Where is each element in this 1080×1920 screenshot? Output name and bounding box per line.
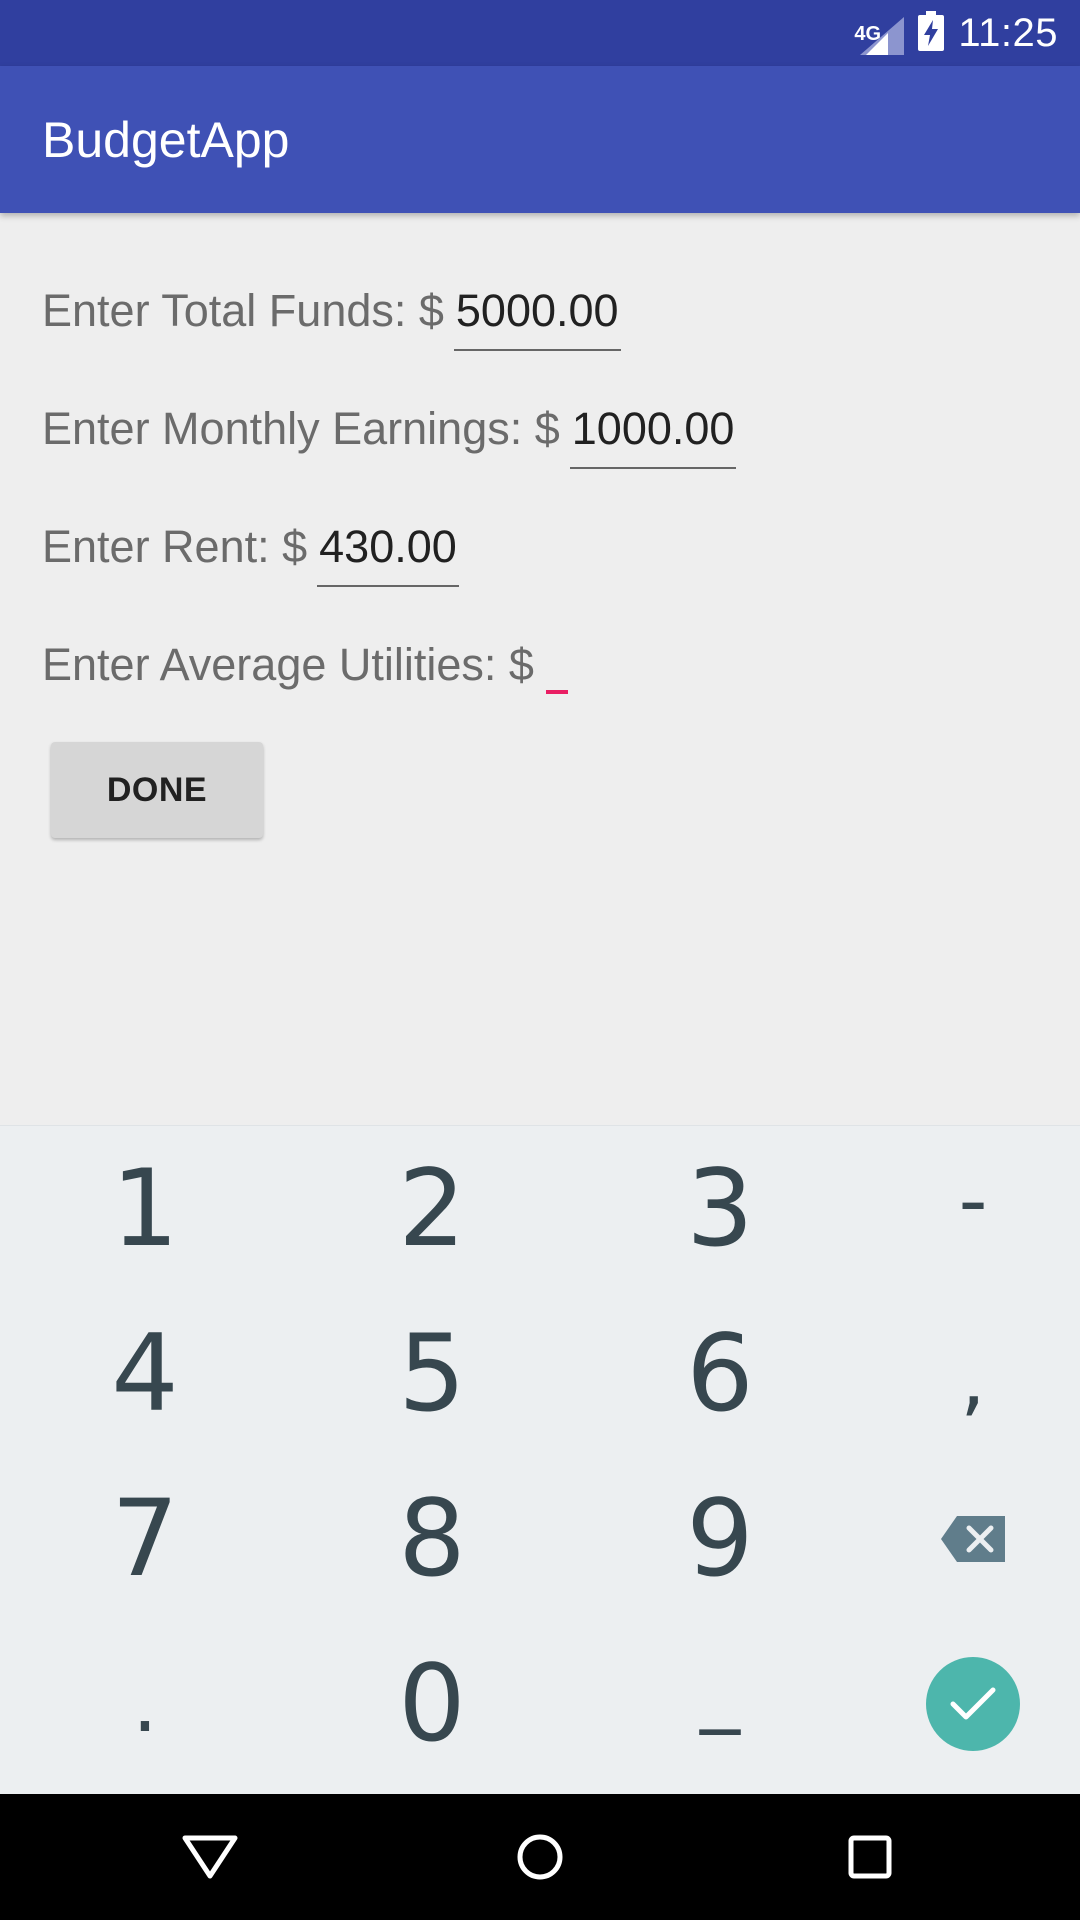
battery-charging-icon [918,10,945,56]
done-button[interactable]: DONE [51,742,263,838]
app-title: BudgetApp [42,112,290,168]
backspace-icon [941,1515,1005,1562]
key-5[interactable]: 5 [297,1291,567,1456]
back-button[interactable] [130,1794,290,1920]
total-funds-input[interactable]: 5000.00 [453,285,621,351]
numeric-keyboard: 1 2 3 - 4 5 6 , 7 8 9 . 0 _ [0,1125,1080,1794]
key-6[interactable]: 6 [585,1291,855,1456]
utilities-row: Enter Average Utilities: $ [42,639,568,694]
key-comma[interactable]: , [838,1296,1080,1461]
total-funds-row: Enter Total Funds: $ 5000.00 [42,285,621,351]
signal-icon: 4G [854,11,905,55]
key-3[interactable]: 3 [585,1126,855,1291]
backspace-key[interactable] [838,1456,1080,1621]
recents-square-icon [848,1835,892,1879]
key-7[interactable]: 7 [10,1456,280,1621]
key-minus[interactable]: - [838,1118,1080,1283]
key-1[interactable]: 1 [10,1126,280,1291]
navigation-bar [0,1794,1080,1920]
key-2[interactable]: 2 [297,1126,567,1291]
recents-button[interactable] [790,1794,950,1920]
clock: 11:25 [958,10,1058,55]
monthly-earnings-label: Enter Monthly Earnings: $ [42,403,560,454]
key-9[interactable]: 9 [585,1456,855,1621]
back-triangle-icon [182,1835,238,1879]
budget-form: Enter Total Funds: $ 5000.00 Enter Month… [0,213,1080,1125]
monthly-earnings-input[interactable]: 1000.00 [569,403,737,469]
home-button[interactable] [460,1794,620,1920]
utilities-label: Enter Average Utilities: $ [42,639,534,690]
enter-circle [926,1656,1020,1751]
rent-row: Enter Rent: $ 430.00 [42,521,459,587]
key-4[interactable]: 4 [10,1291,280,1456]
total-funds-label: Enter Total Funds: $ [42,285,444,336]
utilities-input[interactable] [545,690,568,694]
key-0[interactable]: 0 [297,1621,567,1786]
key-8[interactable]: 8 [297,1456,567,1621]
rent-label: Enter Rent: $ [42,521,308,572]
enter-key[interactable] [838,1621,1080,1786]
status-bar: 4G 11:25 [0,0,1080,66]
app-bar: BudgetApp [0,66,1080,213]
rent-input[interactable]: 430.00 [317,521,459,587]
home-circle-icon [517,1834,563,1880]
check-icon [950,1687,996,1719]
monthly-earnings-row: Enter Monthly Earnings: $ 1000.00 [42,403,737,469]
key-underscore[interactable]: _ [585,1606,855,1771]
key-period[interactable]: . [10,1621,280,1786]
